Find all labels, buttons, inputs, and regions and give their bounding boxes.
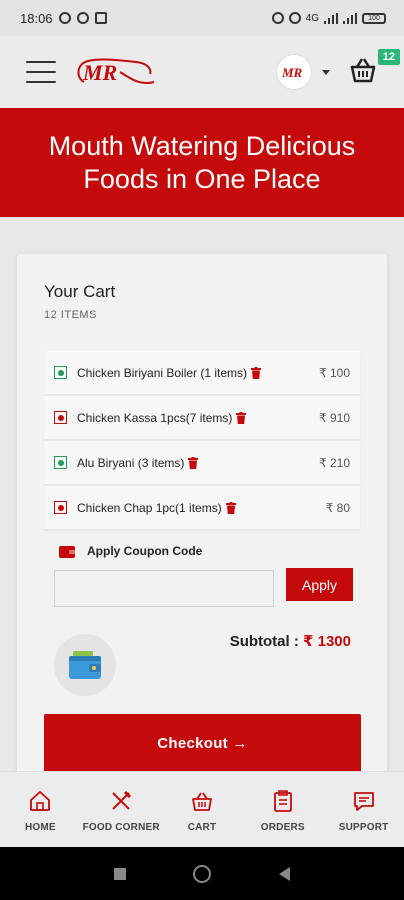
alarm-small-icon bbox=[288, 12, 301, 24]
nav-orders[interactable]: ORDERS bbox=[243, 790, 323, 833]
coupon-header: Apply Coupon Code bbox=[59, 544, 202, 558]
nav-support[interactable]: SUPPORT bbox=[324, 790, 404, 833]
basket-icon bbox=[350, 58, 376, 83]
nav-home[interactable]: HOME bbox=[0, 790, 80, 833]
app-bar: MR MR 12 bbox=[0, 36, 404, 108]
delete-icon[interactable] bbox=[251, 366, 262, 379]
avatar[interactable]: MR bbox=[276, 54, 312, 90]
menu-icon[interactable] bbox=[26, 61, 56, 83]
trash-notification-icon bbox=[94, 12, 107, 24]
cart-count-badge: 12 bbox=[377, 49, 400, 65]
recents-icon[interactable] bbox=[113, 867, 126, 880]
cart-item: Chicken Biriyani Boiler (1 items) ₹ 100 bbox=[44, 351, 360, 395]
avatar-logo-icon: MR bbox=[281, 65, 303, 80]
nav-label: ORDERS bbox=[260, 822, 305, 833]
subtotal-amount: ₹ 1300 bbox=[303, 633, 351, 650]
network-type: 4G bbox=[305, 12, 319, 24]
coupon-label: Apply Coupon Code bbox=[87, 544, 203, 558]
cart-item-name: Alu Biryani (3 items) bbox=[77, 455, 185, 470]
cart-item-name: Chicken Kassa 1pcs(7 items) bbox=[77, 410, 233, 425]
nonveg-indicator-icon bbox=[54, 411, 67, 424]
wallet-badge bbox=[54, 634, 116, 696]
cart-item: Alu Biryani (3 items) ₹ 210 bbox=[44, 441, 360, 485]
cart-item-price: ₹ 210 bbox=[319, 455, 350, 470]
hero-banner: Mouth Watering Delicious Foods in One Pl… bbox=[0, 108, 404, 217]
record-icon bbox=[76, 12, 89, 24]
nav-label: SUPPORT bbox=[338, 822, 389, 833]
cart-item-count: 12 ITEMS bbox=[44, 309, 97, 321]
cart-item-price: ₹ 100 bbox=[319, 365, 350, 380]
veg-indicator-icon bbox=[54, 456, 67, 469]
cart-items-list: Chicken Biriyani Boiler (1 items) ₹ 100 … bbox=[44, 351, 360, 531]
signal-2-icon bbox=[343, 12, 357, 24]
veg-indicator-icon bbox=[54, 366, 67, 379]
bottom-nav: HOME FOOD CORNER CART ORDERS SUPPORT bbox=[0, 771, 404, 847]
apply-coupon-button[interactable]: Apply bbox=[286, 568, 353, 601]
nav-label: CART bbox=[187, 822, 217, 833]
status-bar: 18:06 4G 100 bbox=[0, 0, 404, 36]
battery-icon: 100 bbox=[362, 12, 386, 24]
cart-item: Chicken Kassa 1pcs(7 items) ₹ 910 bbox=[44, 396, 360, 440]
delete-icon[interactable] bbox=[225, 501, 236, 514]
nav-label: FOOD CORNER bbox=[82, 822, 160, 833]
signal-icon bbox=[324, 12, 338, 24]
basket-icon bbox=[192, 792, 212, 811]
svg-text:MR: MR bbox=[281, 65, 303, 80]
status-right: 4G 100 bbox=[271, 12, 386, 24]
nav-cart[interactable]: CART bbox=[162, 790, 242, 833]
nonveg-indicator-icon bbox=[54, 501, 67, 514]
appbar-actions: MR 12 bbox=[276, 49, 400, 90]
subtotal-label: Subtotal : bbox=[229, 633, 304, 650]
cart-item: Chicken Chap 1pc(1 items) ₹ 80 bbox=[44, 486, 360, 530]
alarm-icon bbox=[58, 12, 71, 24]
wallet-icon bbox=[69, 651, 101, 679]
hero-title: Mouth Watering Delicious Foods in One Pl… bbox=[48, 130, 356, 194]
brand-logo[interactable]: MR bbox=[70, 52, 156, 92]
coupon-wallet-icon bbox=[59, 546, 75, 558]
logo-text: MR bbox=[82, 60, 117, 85]
system-nav-bar bbox=[0, 847, 404, 900]
cart-button[interactable]: 12 bbox=[348, 49, 400, 89]
clipboard-icon bbox=[273, 790, 292, 812]
nav-food-corner[interactable]: FOOD CORNER bbox=[81, 790, 161, 833]
status-left: 18:06 bbox=[20, 11, 107, 26]
checkout-button[interactable]: Checkout → bbox=[44, 714, 361, 773]
home-icon bbox=[30, 791, 51, 811]
subtotal: Subtotal : ₹ 1300 bbox=[230, 632, 351, 650]
delete-icon[interactable] bbox=[236, 411, 247, 424]
cart-card: Your Cart 12 ITEMS Chicken Biriyani Boil… bbox=[17, 254, 387, 814]
cart-item-name: Chicken Biriyani Boiler (1 items) bbox=[77, 365, 248, 380]
cart-item-price: ₹ 80 bbox=[325, 500, 350, 515]
coupon-code-input[interactable] bbox=[54, 570, 274, 607]
fork-knife-icon bbox=[112, 790, 132, 810]
cart-title: Your Cart bbox=[44, 282, 116, 301]
chevron-down-icon[interactable] bbox=[322, 69, 330, 75]
status-time: 18:06 bbox=[20, 10, 53, 26]
delete-icon[interactable] bbox=[188, 456, 199, 469]
cart-item-price: ₹ 910 bbox=[319, 410, 350, 425]
nav-label: HOME bbox=[24, 822, 56, 833]
vibrate-icon bbox=[271, 12, 284, 24]
home-system-icon[interactable] bbox=[193, 864, 212, 883]
chat-icon bbox=[353, 792, 374, 811]
back-icon[interactable] bbox=[279, 866, 291, 881]
cart-item-name: Chicken Chap 1pc(1 items) bbox=[77, 500, 222, 515]
